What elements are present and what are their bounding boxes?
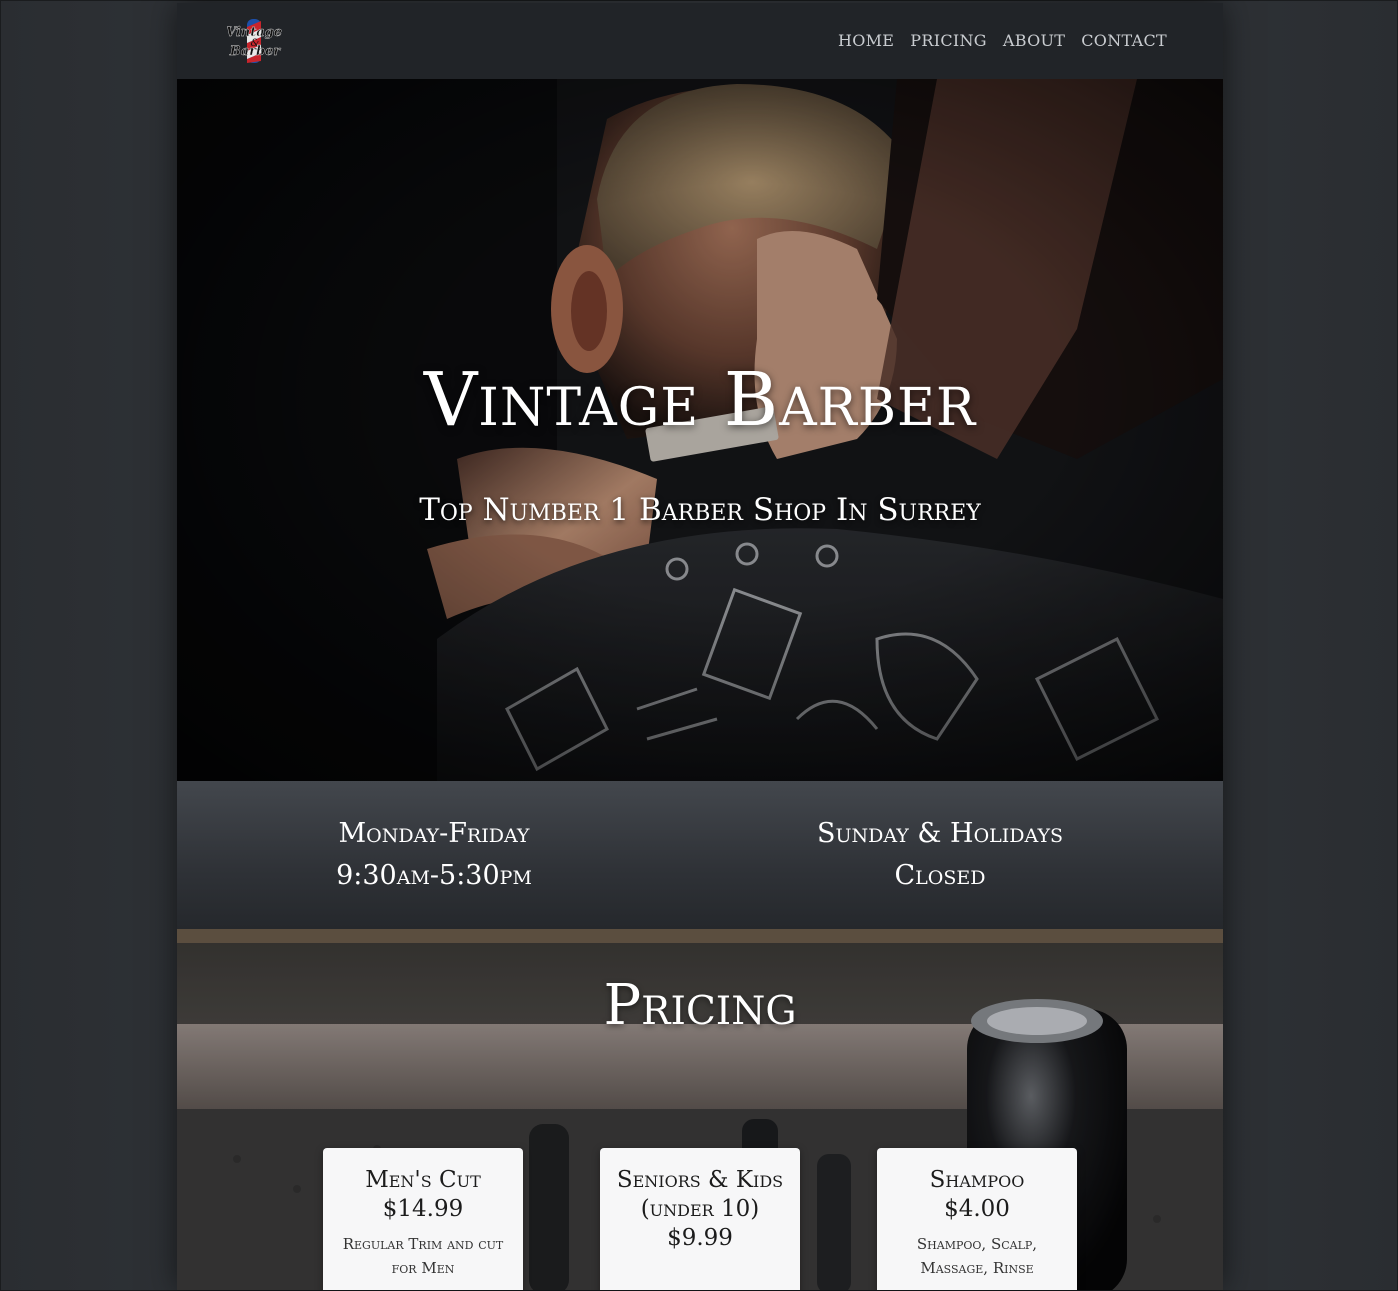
nav-link-contact[interactable]: CONTACT	[1081, 31, 1167, 50]
price-card-name: Seniors & Kids (under 10)	[616, 1167, 784, 1222]
hero-title: Vintage Barber	[423, 357, 977, 443]
hours-section: Monday-Friday 9:30am-5:30pm Sunday & Hol…	[177, 781, 1223, 929]
logo-text-bottom: Barber	[229, 44, 282, 59]
weekday-hours: Monday-Friday 9:30am-5:30pm	[224, 813, 644, 897]
pricing-title: Pricing	[603, 973, 797, 1038]
browser-viewport: Vintage & Barber HOME PRICING ABOUT CONT…	[0, 0, 1398, 1291]
nav-links: HOME PRICING ABOUT CONTACT	[838, 31, 1167, 50]
nav-link-home[interactable]: HOME	[838, 31, 894, 50]
price-card-price: $4.00	[944, 1196, 1010, 1222]
price-card-seniors-kids[interactable]: Seniors & Kids (under 10) $9.99	[600, 1148, 800, 1290]
price-card-shampoo[interactable]: Shampoo $4.00 Shampoo, Scalp, Massage, R…	[877, 1148, 1077, 1290]
vintage-barber-logo[interactable]: Vintage & Barber	[226, 17, 283, 65]
hero-section: Vintage Barber Top Number 1 Barber Shop …	[177, 79, 1223, 781]
nav-link-pricing[interactable]: PRICING	[910, 31, 987, 50]
weekend-status: Closed	[894, 860, 986, 891]
page-container: Vintage & Barber HOME PRICING ABOUT CONT…	[177, 3, 1223, 1290]
price-card-description: Regular Trim and cut for Men	[342, 1235, 504, 1277]
navbar: Vintage & Barber HOME PRICING ABOUT CONT…	[177, 3, 1223, 79]
weekday-time: 9:30am-5:30pm	[336, 860, 532, 891]
barber-pole-logo-icon: Vintage & Barber	[226, 19, 282, 63]
pricing-section: Pricing Men's Cut $14.99 Regular Trim an…	[177, 929, 1223, 1290]
price-card-price: $14.99	[382, 1196, 464, 1222]
price-card-description: Shampoo, Scalp, Massage, Rinse	[916, 1235, 1038, 1277]
price-card-mens-cut[interactable]: Men's Cut $14.99 Regular Trim and cut fo…	[323, 1148, 523, 1290]
price-card-name: Men's Cut	[365, 1167, 481, 1193]
weekend-days: Sunday & Holidays	[816, 818, 1064, 849]
hero-subtitle: Top Number 1 Barber Shop In Surrey	[419, 492, 981, 528]
price-card-name: Shampoo	[929, 1167, 1025, 1193]
price-card-price: $9.99	[667, 1225, 733, 1251]
weekend-hours: Sunday & Holidays Closed	[730, 813, 1150, 897]
nav-link-about[interactable]: ABOUT	[1003, 31, 1065, 50]
weekday-days: Monday-Friday	[338, 818, 530, 849]
